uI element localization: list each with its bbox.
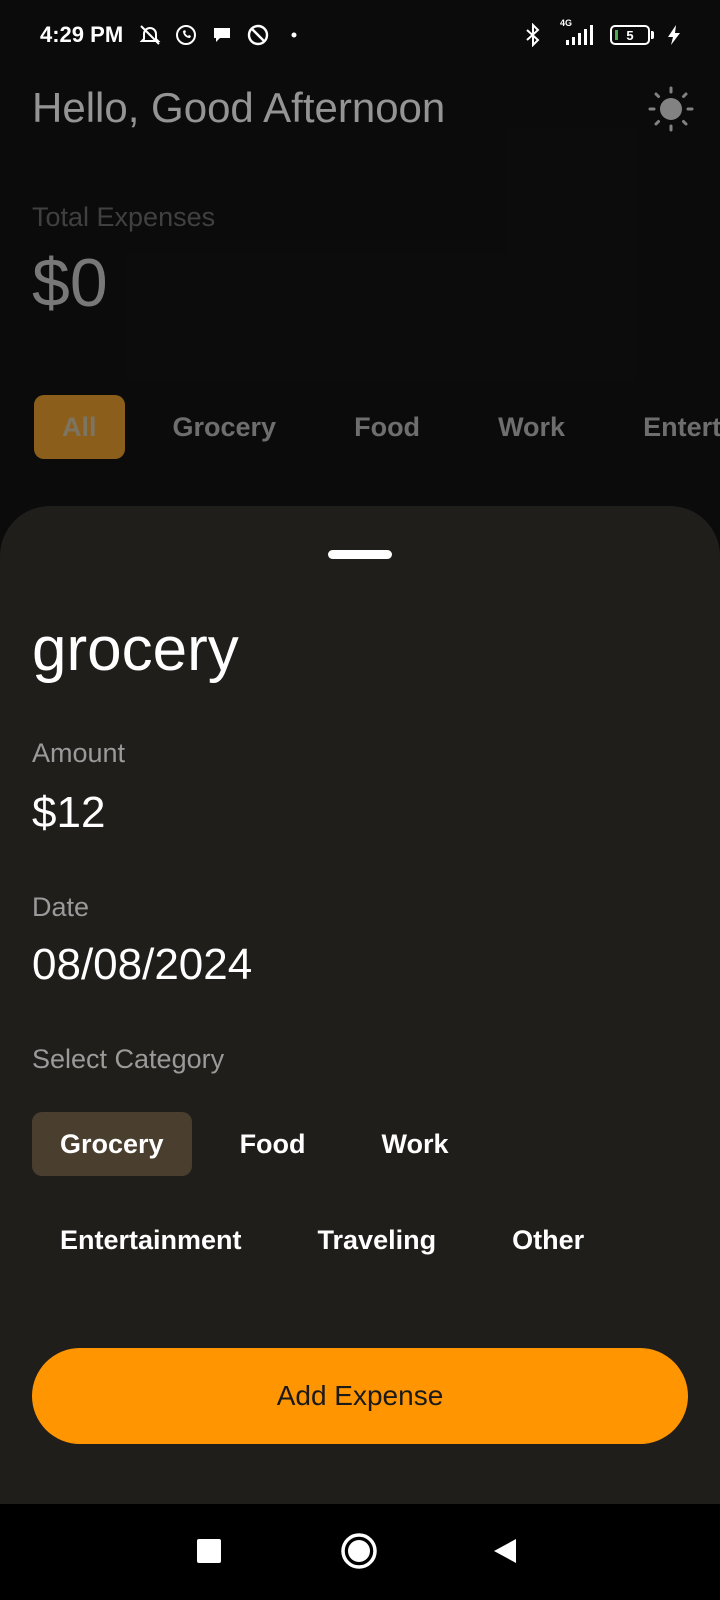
whatsapp-icon (173, 22, 199, 48)
home-icon[interactable] (340, 1532, 378, 1570)
cellular-signal-icon: 4G (558, 18, 598, 48)
bluetooth-icon (520, 22, 546, 48)
category-chip-grocery[interactable]: Grocery (32, 1112, 192, 1176)
dot-icon (281, 22, 307, 48)
category-row-1: Grocery Food Work (32, 1112, 497, 1176)
drag-handle[interactable] (328, 550, 392, 559)
category-chip-traveling[interactable]: Traveling (290, 1208, 465, 1272)
amount-input[interactable]: $12 (32, 788, 105, 838)
mute-bell-icon (137, 22, 163, 48)
no-disturb-icon (245, 22, 271, 48)
date-label: Date (32, 892, 90, 922)
sun-icon[interactable] (648, 86, 694, 132)
system-nav-bar (0, 1504, 720, 1600)
filter-chip-food[interactable]: Food (324, 395, 450, 459)
filter-chip-all[interactable]: All (34, 395, 125, 459)
filter-chips: All Grocery Food Work Entertainment (34, 395, 720, 459)
category-chip-entertainment[interactable]: Entertainment (32, 1208, 270, 1272)
charging-bolt-icon (666, 22, 682, 48)
chat-bubble-icon (209, 22, 235, 48)
select-category-label: Select Category (32, 1044, 225, 1074)
category-chip-other[interactable]: Other (484, 1208, 612, 1272)
date-input[interactable]: 08/08/2024 (32, 940, 252, 990)
greeting-heading: Hello, Good Afternoon (32, 84, 446, 131)
filter-chip-work[interactable]: Work (468, 395, 595, 459)
category-chip-food[interactable]: Food (212, 1112, 334, 1176)
back-icon[interactable] (492, 1537, 518, 1565)
recent-apps-icon[interactable] (196, 1538, 222, 1564)
battery-icon: 5 (610, 25, 654, 45)
filter-chip-entertainment[interactable]: Entertainment (613, 395, 720, 459)
battery-level: 5 (626, 27, 634, 43)
filter-chip-grocery[interactable]: Grocery (143, 395, 307, 459)
amount-label: Amount (32, 738, 126, 768)
network-type-label: 4G (560, 18, 573, 28)
status-bar: 4:29 PM 4G 5 (0, 0, 720, 70)
total-expenses-label: Total Expenses (32, 202, 216, 232)
status-time: 4:29 PM (40, 22, 124, 47)
category-row-2: Entertainment Traveling Other (32, 1208, 632, 1272)
add-expense-button[interactable]: Add Expense (32, 1348, 688, 1444)
total-expenses-value: $0 (32, 245, 108, 321)
expense-title-input[interactable]: grocery (32, 614, 239, 685)
category-chip-work[interactable]: Work (354, 1112, 477, 1176)
add-expense-sheet: grocery Amount $12 Date 08/08/2024 Selec… (0, 506, 720, 1504)
